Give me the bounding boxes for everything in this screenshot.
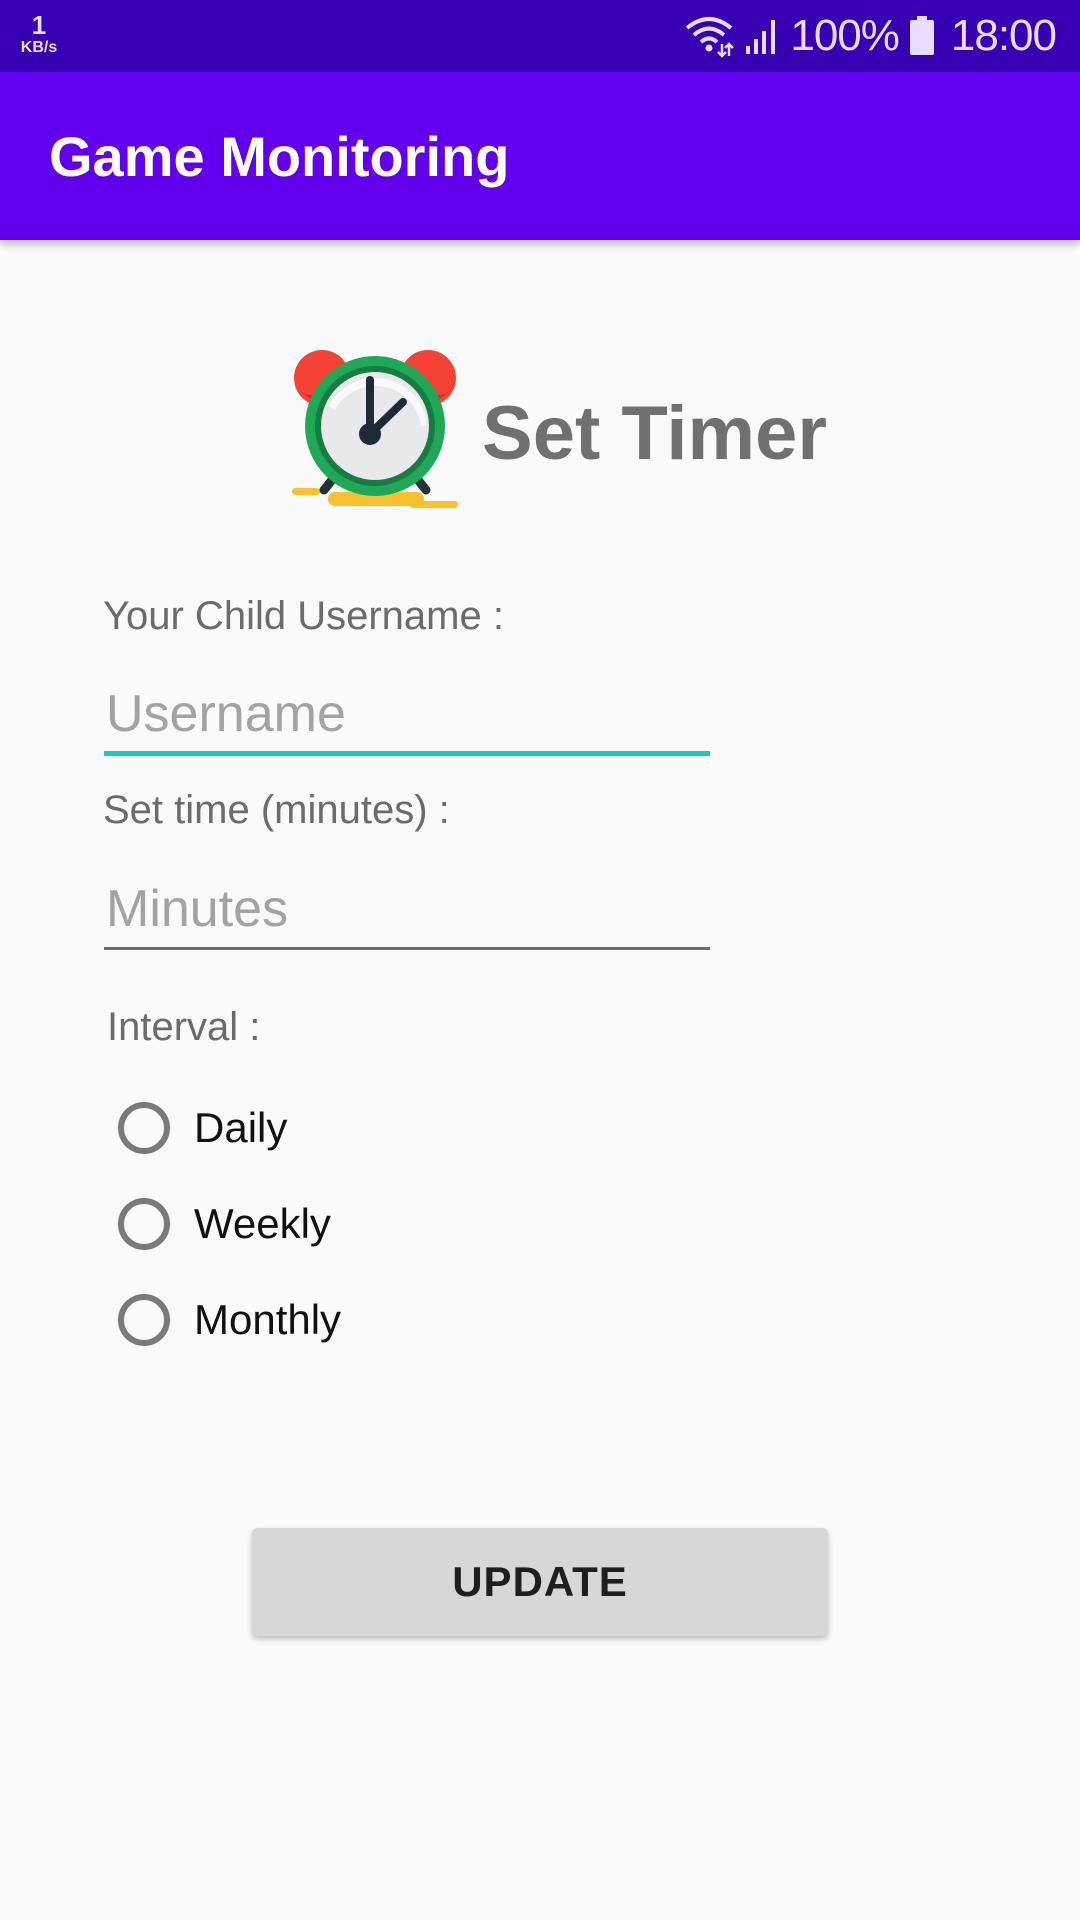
radio-label-daily: Daily	[194, 1104, 288, 1151]
status-clock: 18:00	[950, 11, 1057, 60]
minutes-input[interactable]	[104, 870, 710, 950]
cell-signal-icon	[744, 16, 780, 56]
network-speed: 1 KB/s	[18, 12, 60, 56]
alarm-clock-icon	[290, 346, 460, 516]
set-timer-heading: Set Timer	[482, 391, 827, 476]
radio-weekly[interactable]: Weekly	[118, 1188, 331, 1260]
status-indicators: 100% 18:00	[684, 0, 1057, 72]
network-speed-value: 1	[31, 10, 47, 40]
app-bar: Game Monitoring	[0, 72, 1080, 240]
battery-percentage: 100%	[790, 11, 900, 60]
battery-icon	[909, 16, 935, 56]
username-label: Your Child Username :	[103, 594, 504, 638]
radio-button-monthly[interactable]	[118, 1294, 170, 1346]
update-button[interactable]: UPDATE	[252, 1528, 828, 1636]
network-speed-unit: KB/s	[20, 39, 58, 56]
wifi-icon	[684, 14, 735, 58]
radio-button-weekly[interactable]	[118, 1198, 170, 1250]
radio-label-monthly: Monthly	[194, 1296, 342, 1343]
radio-monthly[interactable]: Monthly	[118, 1284, 341, 1356]
radio-label-weekly: Weekly	[194, 1200, 331, 1247]
interval-label: Interval :	[107, 1005, 261, 1049]
status-bar: 1 KB/s 100% 18:00	[0, 0, 1080, 72]
radio-daily[interactable]: Daily	[118, 1092, 287, 1164]
username-input[interactable]	[104, 676, 710, 756]
radio-button-daily[interactable]	[118, 1102, 170, 1154]
app-title: Game Monitoring	[49, 125, 510, 188]
minutes-label: Set time (minutes) :	[103, 788, 450, 832]
